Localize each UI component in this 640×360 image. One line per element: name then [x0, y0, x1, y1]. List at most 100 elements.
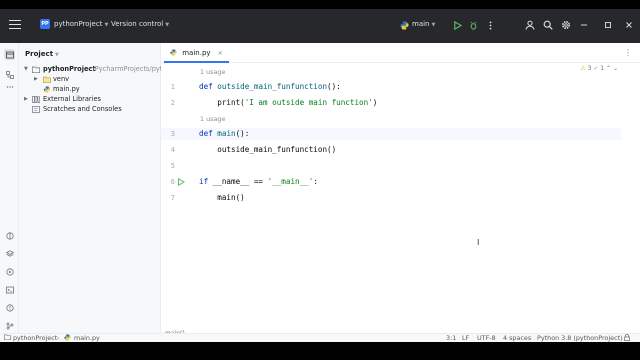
- project-tool-icon[interactable]: [4, 49, 15, 60]
- tree-item-venv[interactable]: ▶ venv: [19, 75, 161, 85]
- chevron-down-icon[interactable]: ⌄: [613, 65, 618, 72]
- line-number: 1: [170, 83, 175, 91]
- tree-item-label: External Libraries: [43, 95, 101, 103]
- problems-icon[interactable]: [4, 302, 15, 313]
- more-icon[interactable]: [482, 17, 498, 33]
- chevron-up-icon[interactable]: ⌃: [606, 65, 611, 72]
- status-file[interactable]: main.py: [74, 334, 100, 342]
- python-interpreter[interactable]: Python 3.8 (pythonProject): [537, 334, 623, 342]
- function-name-token: main: [217, 129, 236, 138]
- tree-item-main-py[interactable]: main.py: [19, 85, 161, 95]
- caret-position[interactable]: 3:1: [446, 334, 456, 342]
- keyword-token: def: [199, 129, 218, 138]
- chevron-right-icon[interactable]: ▶: [24, 96, 28, 102]
- project-folder-icon: [4, 334, 11, 342]
- python-file-icon: [64, 334, 71, 342]
- python-packages-icon[interactable]: [4, 230, 15, 241]
- code-token: :: [313, 177, 318, 186]
- title-bar: PP pythonProject ▼ Version control ▼ main ▼: [0, 9, 640, 43]
- code-line[interactable]: def main():: [199, 129, 249, 138]
- string-token: 'I am outside main function': [244, 98, 373, 107]
- line-number: 5: [170, 162, 175, 170]
- tree-item-label: venv: [53, 75, 70, 83]
- run-tool-icon[interactable]: [4, 266, 15, 277]
- code-line[interactable]: if __name__ == '__main__':: [199, 177, 318, 186]
- run-config-label: main: [412, 20, 430, 28]
- user-icon[interactable]: [522, 17, 538, 33]
- warning-icon: ⚠: [580, 65, 586, 72]
- close-icon[interactable]: [621, 17, 637, 33]
- project-badge[interactable]: PP: [40, 19, 50, 29]
- project-name: pythonProject: [54, 20, 103, 28]
- git-icon[interactable]: [4, 320, 15, 331]
- lock-icon[interactable]: [624, 334, 630, 342]
- code-token: print(: [199, 98, 245, 107]
- chevron-down-icon[interactable]: ▼: [24, 66, 28, 72]
- folder-icon: [43, 76, 51, 83]
- tree-item-scratches[interactable]: Scratches and Consoles: [19, 105, 161, 115]
- tabs-more-icon[interactable]: ⋮: [624, 48, 632, 57]
- status-project[interactable]: pythonProject: [13, 334, 57, 342]
- chevron-down-icon: ▼: [104, 22, 109, 28]
- tree-item-external-libraries[interactable]: ▶ External Libraries: [19, 95, 161, 105]
- chevron-down-icon: ▼: [55, 52, 59, 58]
- line-number: 3: [170, 130, 175, 138]
- indent-setting[interactable]: 4 spaces: [503, 334, 531, 342]
- keyword-token: def: [199, 82, 218, 91]
- vcs-widget[interactable]: Version control ▼: [111, 20, 169, 28]
- library-icon: [32, 96, 40, 103]
- code-token: ():: [327, 82, 341, 91]
- structure-tool-icon[interactable]: [4, 69, 15, 80]
- python-icon: [396, 17, 412, 33]
- settings-icon[interactable]: [558, 17, 574, 33]
- usage-hint[interactable]: 1 usage: [200, 115, 225, 123]
- ok-count: 1: [600, 65, 605, 72]
- tree-item-label: Scratches and Consoles: [43, 105, 122, 113]
- project-panel-title[interactable]: Project ▼: [25, 50, 59, 58]
- tree-item-label: main.py: [53, 85, 80, 93]
- tab-label: main.py: [182, 49, 211, 57]
- code-token: ():: [235, 129, 250, 138]
- chevron-down-icon: ▼: [165, 22, 170, 28]
- minimize-icon[interactable]: [576, 17, 592, 33]
- more-tools-icon[interactable]: [4, 81, 15, 92]
- string-token: '__main__': [267, 177, 314, 186]
- maximize-icon[interactable]: [600, 17, 616, 33]
- code-line[interactable]: def outside_main_funfunction():: [199, 82, 341, 91]
- line-number: 6: [170, 178, 175, 186]
- mouse-cursor-icon: I: [477, 238, 480, 247]
- line-number: 2: [170, 99, 175, 107]
- keyword-token: if: [199, 177, 213, 186]
- run-icon[interactable]: [449, 17, 465, 33]
- tool-window-strip: [0, 43, 19, 333]
- debug-icon[interactable]: [465, 17, 481, 33]
- usage-hint[interactable]: 1 usage: [200, 68, 225, 76]
- vcs-label: Version control: [111, 20, 164, 28]
- chevron-right-icon[interactable]: ▶: [34, 76, 38, 82]
- chevron-down-icon: ▼: [431, 22, 436, 28]
- search-icon[interactable]: [540, 17, 556, 33]
- code-token: __name__ ==: [212, 177, 268, 186]
- run-config-selector[interactable]: main ▼: [412, 20, 435, 28]
- terminal-icon[interactable]: [4, 284, 15, 295]
- python-file-icon: [43, 86, 51, 93]
- python-file-icon: [170, 49, 177, 56]
- code-line[interactable]: main(): [199, 193, 244, 202]
- tree-item-project-root[interactable]: ▼ pythonProject ~/PycharmProjects/pytho: [19, 65, 161, 75]
- layers-icon[interactable]: [4, 248, 15, 259]
- hamburger-menu-icon[interactable]: [9, 20, 21, 30]
- code-token: ): [372, 98, 378, 107]
- code-line[interactable]: outside_main_funfunction(): [199, 145, 336, 154]
- run-gutter-icon[interactable]: [177, 178, 185, 186]
- folder-icon: [32, 66, 40, 73]
- close-tab-icon[interactable]: ✕: [218, 50, 223, 57]
- code-line[interactable]: print('I am outside main function'): [199, 98, 377, 107]
- tab-main-py[interactable]: main.py ✕: [164, 43, 229, 63]
- editor-tab-bar: main.py ✕ ⋮: [161, 43, 640, 63]
- line-separator[interactable]: LF: [462, 334, 469, 342]
- file-encoding[interactable]: UTF-8: [477, 334, 496, 342]
- inspection-widget[interactable]: ⚠ 3 ✓ 1 ⌃ ⌄: [580, 65, 618, 72]
- project-switcher[interactable]: pythonProject ▼: [54, 20, 108, 28]
- function-name-token: outside_main_funfunction: [217, 82, 328, 91]
- line-number: 7: [170, 194, 175, 202]
